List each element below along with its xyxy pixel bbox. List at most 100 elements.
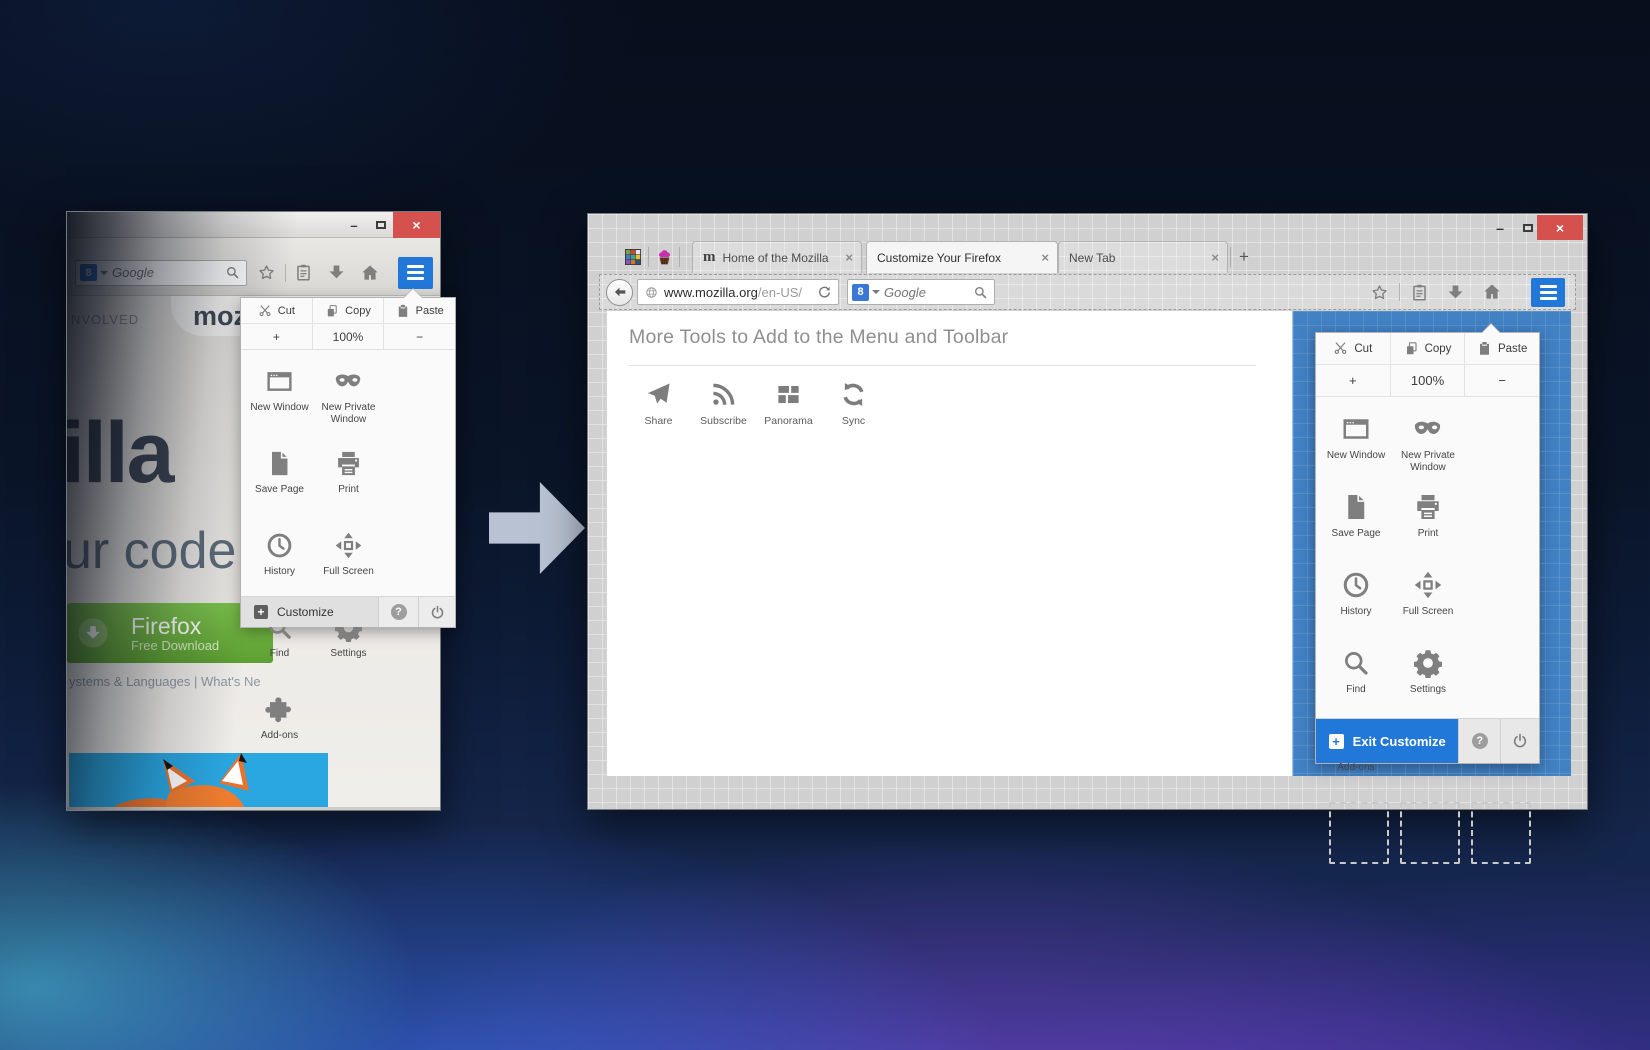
menu-item-print[interactable]: Print	[1392, 478, 1464, 556]
zoom-in-button[interactable]: +	[241, 324, 312, 349]
help-button[interactable]: ?	[1458, 719, 1500, 763]
zoom-out-button[interactable]: −	[1464, 365, 1539, 396]
scissors-icon	[1333, 341, 1348, 356]
tab-home-of-the-mozilla[interactable]: m Home of the Mozilla ×	[692, 241, 862, 273]
exit-customize-button[interactable]: + Exit Customize	[1316, 719, 1459, 763]
menu-button-active[interactable]	[1531, 277, 1565, 307]
quit-button[interactable]	[1500, 719, 1539, 763]
zoom-level[interactable]: 100%	[311, 324, 384, 349]
empty-menu-slot[interactable]	[1400, 802, 1460, 864]
maximize-button[interactable]	[370, 212, 392, 238]
tool-share[interactable]: Share	[626, 381, 691, 427]
help-button[interactable]: ?	[378, 597, 418, 627]
save-page-icon	[265, 449, 294, 478]
printer-icon	[1413, 492, 1443, 522]
home-icon[interactable]	[1482, 282, 1502, 302]
menu-item-save-page[interactable]: Save Page	[245, 435, 314, 517]
menu-item-full-screen[interactable]: Full Screen	[1392, 556, 1464, 634]
reload-icon[interactable]	[817, 285, 832, 300]
save-page-icon	[1341, 492, 1371, 522]
url-bar[interactable]: www.mozilla.org/en-US/	[637, 279, 839, 305]
menu-item-print[interactable]: Print	[314, 435, 383, 517]
close-button[interactable]: ×	[1537, 215, 1583, 240]
puzzle-icon	[265, 695, 294, 724]
paste-button[interactable]: Paste	[383, 298, 455, 323]
search-box[interactable]: 8	[75, 259, 247, 286]
menu-item-new-private-window[interactable]: New Private Window	[314, 353, 383, 435]
share-icon	[645, 381, 672, 408]
pinned-tab-cupcake[interactable]	[649, 241, 679, 273]
back-button[interactable]	[606, 278, 633, 306]
search-input[interactable]	[884, 284, 973, 300]
customize-plus-icon: +	[254, 605, 268, 619]
menu-item-new-private-window[interactable]: New Private Window	[1392, 400, 1464, 478]
downloads-icon[interactable]	[1446, 283, 1465, 302]
rss-icon	[710, 381, 737, 408]
customize-button[interactable]: + Customize	[241, 597, 378, 627]
minimize-button[interactable]: –	[1488, 215, 1512, 240]
tab-customize-your-firefox[interactable]: Customize Your Firefox ×	[866, 241, 1058, 273]
menu-item-new-window[interactable]: New Window	[1320, 400, 1392, 478]
menu-item-settings[interactable]: Settings	[1392, 634, 1464, 712]
copy-button[interactable]: Copy	[1389, 333, 1465, 364]
menu-item-history[interactable]: History	[245, 517, 314, 599]
tab-close-icon[interactable]: ×	[1027, 250, 1049, 265]
cut-button[interactable]: Cut	[241, 298, 312, 323]
bookmark-star-icon[interactable]	[257, 263, 276, 282]
menu-item-save-page[interactable]: Save Page	[1320, 478, 1392, 556]
page-footer-links[interactable]: ystems & Languages | What's Ne	[69, 674, 261, 689]
bookmark-star-icon[interactable]	[1370, 283, 1389, 302]
bookmarks-menu-icon[interactable]	[1410, 283, 1429, 302]
tab-close-icon[interactable]: ×	[1197, 250, 1219, 265]
new-window-icon	[1341, 414, 1371, 444]
new-tab-button[interactable]: +	[1231, 241, 1257, 273]
edit-controls-row: Cut Copy Paste	[241, 298, 455, 324]
downloads-icon[interactable]	[327, 263, 346, 282]
available-tools-row: Share Subscribe Panorama Sync	[626, 381, 886, 427]
tool-subscribe[interactable]: Subscribe	[691, 381, 756, 427]
search-icon	[973, 285, 988, 300]
tab-new-tab[interactable]: New Tab ×	[1058, 241, 1228, 273]
bookmarks-menu-icon[interactable]	[294, 263, 313, 282]
url-host: www.mozilla.org	[664, 284, 758, 300]
paste-button[interactable]: Paste	[1464, 333, 1539, 364]
download-title: Firefox	[131, 612, 202, 639]
pinned-tab-palette[interactable]	[618, 241, 648, 273]
page-title: More Tools to Add to the Menu and Toolba…	[629, 326, 1009, 348]
chevron-down-icon[interactable]	[872, 290, 880, 294]
tab-strip: m Home of the Mozilla × Customize Your F…	[588, 241, 1587, 273]
zoom-in-button[interactable]: +	[1316, 365, 1390, 396]
desktop-background: – × 8 NVOLVED mozi illa ur code	[0, 0, 1650, 1050]
empty-menu-slot[interactable]	[1329, 802, 1389, 864]
menu-button[interactable]	[398, 256, 433, 289]
empty-slot-row	[1316, 793, 1539, 864]
menu-item-add-ons[interactable]: Add-ons	[245, 681, 314, 763]
zoom-out-button[interactable]: −	[383, 324, 455, 349]
tab-close-icon[interactable]: ×	[831, 250, 853, 265]
cut-button[interactable]: Cut	[1316, 333, 1390, 364]
home-icon[interactable]	[360, 263, 380, 283]
customize-menu-panel: Cut Copy Paste + 100% − New Window New P…	[1315, 324, 1540, 864]
app-menu-panel: Cut Copy Paste + 100% − New Window New P…	[240, 289, 456, 741]
menu-item-full-screen[interactable]: Full Screen	[314, 517, 383, 599]
search-box[interactable]: 8	[847, 279, 995, 305]
zoom-controls-row: + 100% −	[241, 324, 455, 350]
palette-icon	[625, 249, 641, 265]
tool-panorama[interactable]: Panorama	[756, 381, 821, 427]
menu-item-new-window[interactable]: New Window	[245, 353, 314, 435]
tool-sync[interactable]: Sync	[821, 381, 886, 427]
search-input[interactable]	[112, 265, 225, 280]
copy-button[interactable]: Copy	[311, 298, 384, 323]
close-button[interactable]: ×	[393, 212, 440, 238]
sync-icon	[840, 381, 867, 408]
minimize-button[interactable]: –	[343, 212, 365, 238]
empty-menu-slot[interactable]	[1471, 802, 1531, 864]
navigation-toolbar: www.mozilla.org/en-US/ 8	[599, 274, 1576, 310]
menu-item-history[interactable]: History	[1320, 556, 1392, 634]
back-arrow-icon	[612, 284, 628, 300]
quit-button[interactable]	[418, 597, 455, 627]
chevron-down-icon[interactable]	[100, 270, 108, 275]
mask-icon	[1413, 414, 1443, 444]
menu-item-find[interactable]: Find	[1320, 634, 1392, 712]
zoom-level[interactable]: 100%	[1389, 365, 1465, 396]
